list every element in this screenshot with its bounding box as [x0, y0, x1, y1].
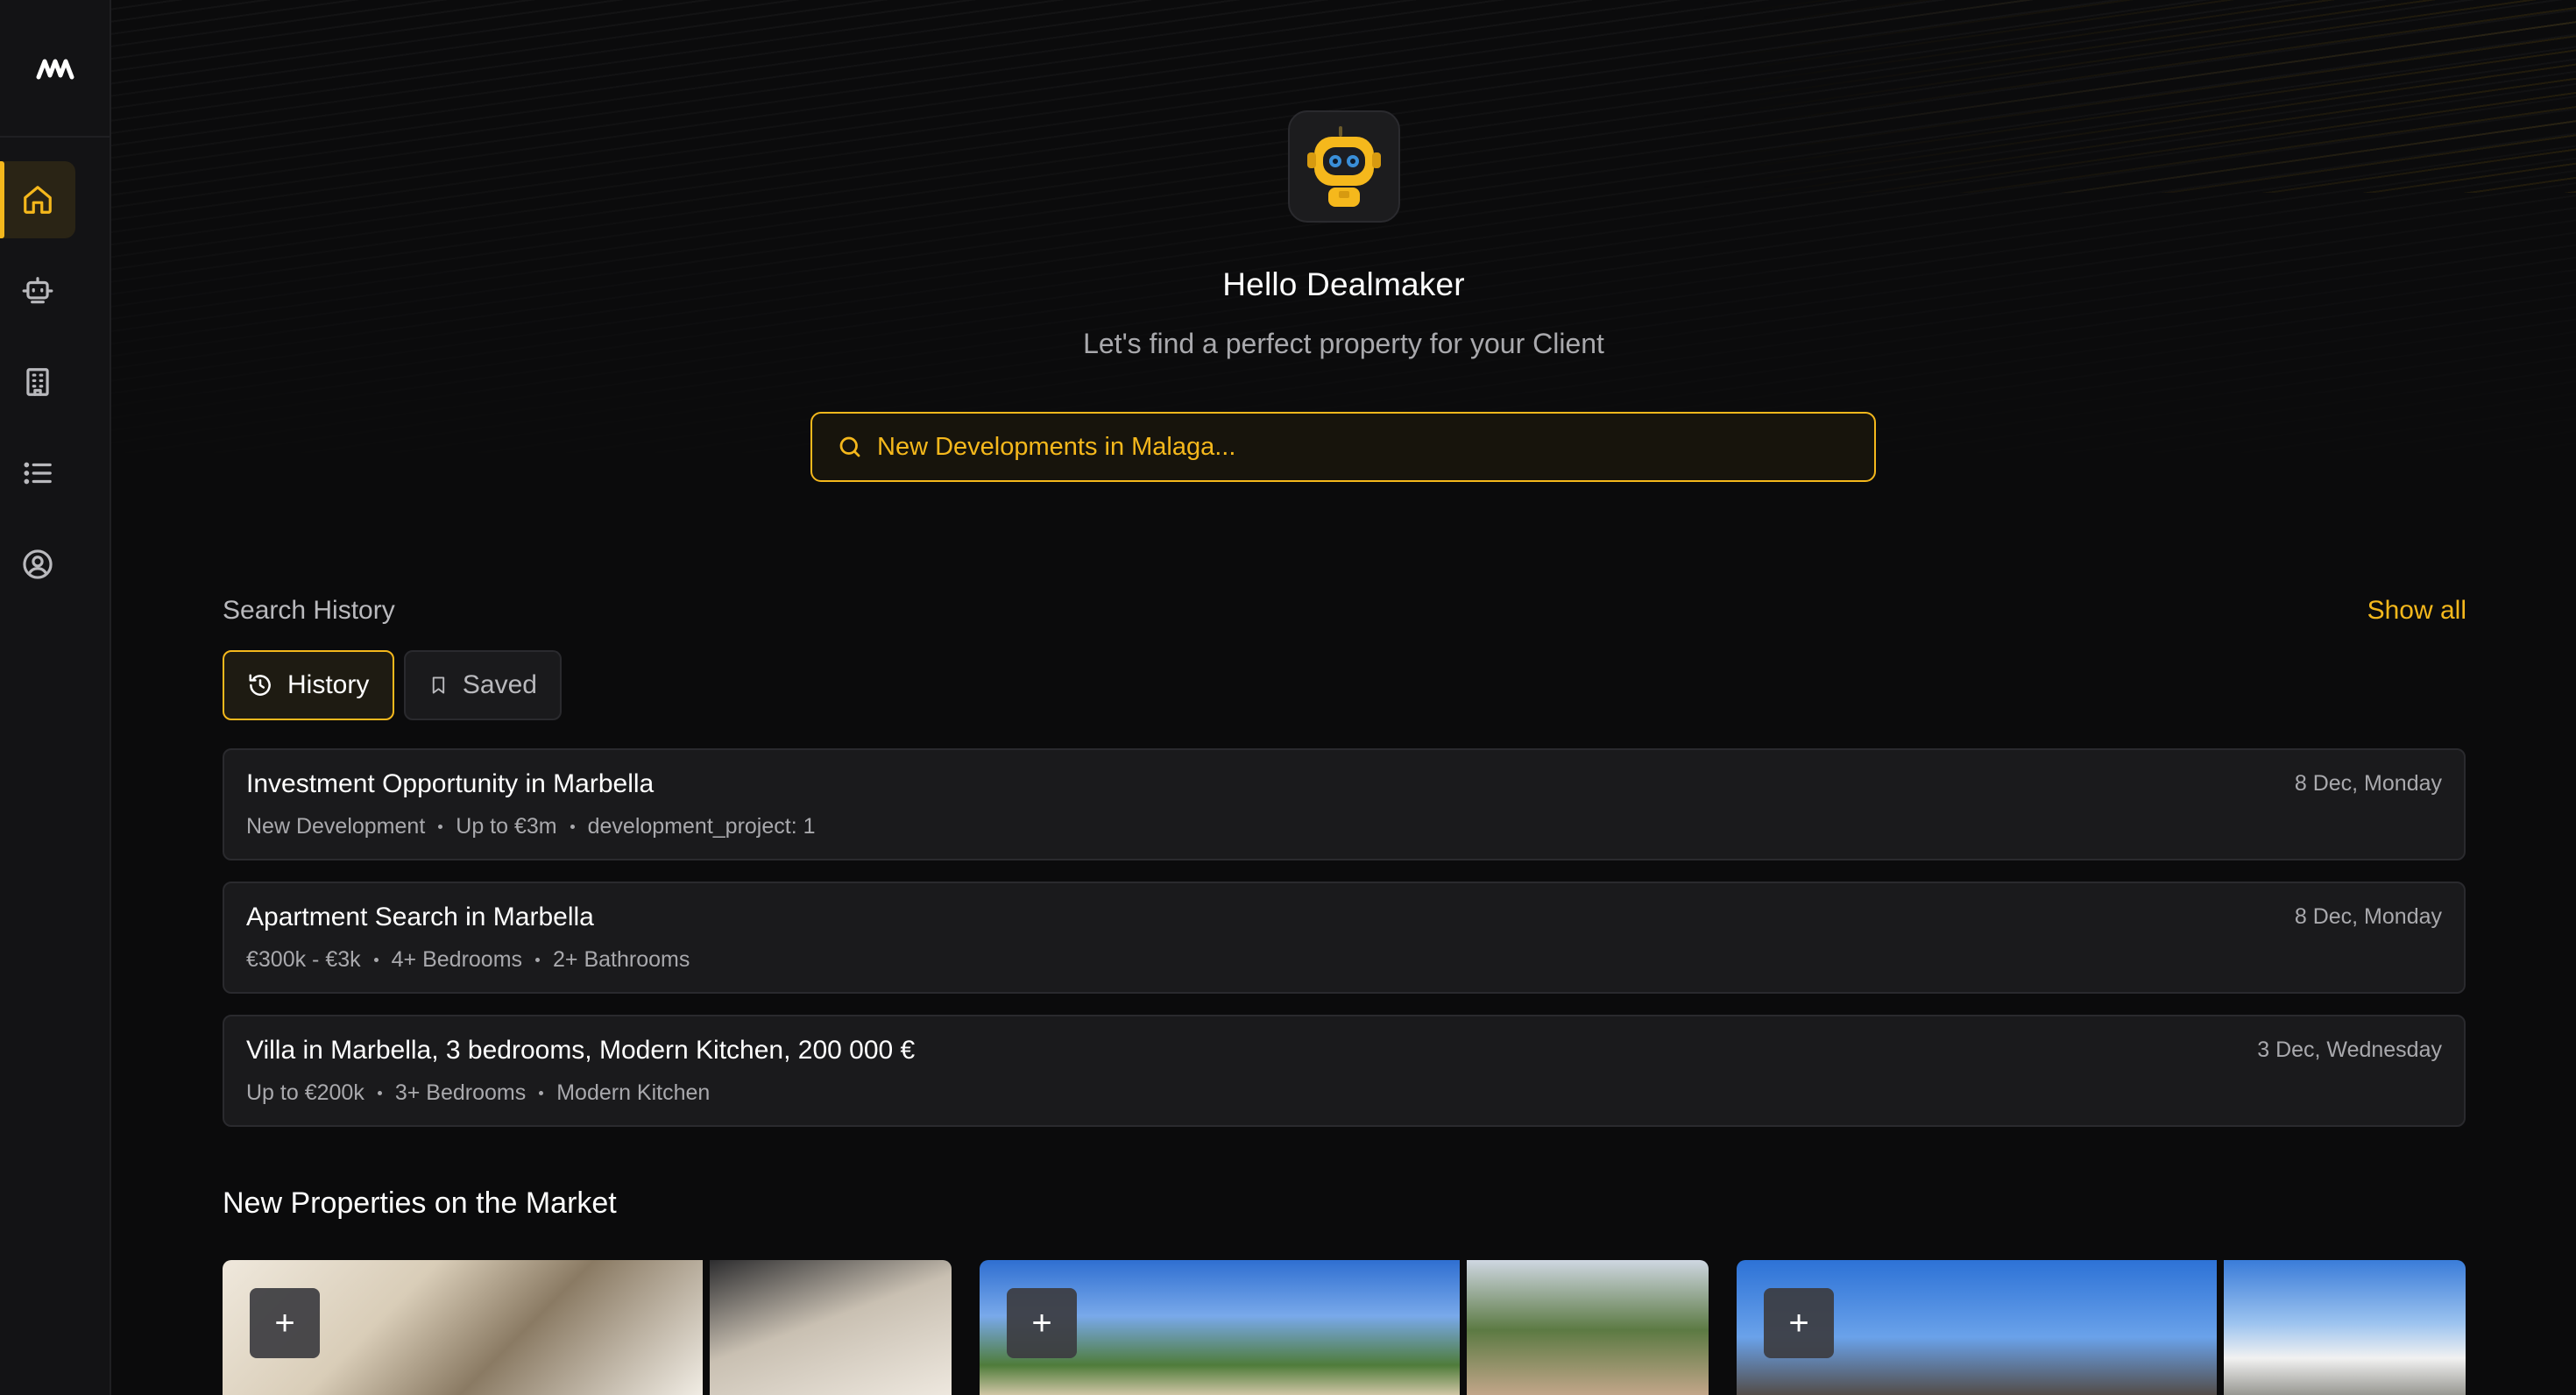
add-property-button[interactable]: + [250, 1288, 320, 1358]
property-card[interactable]: + [223, 1260, 952, 1395]
search-icon [839, 436, 860, 457]
history-item-tags: €300k - €3k 4+ Bedrooms 2+ Bathrooms [246, 947, 690, 973]
tag: 2+ Bathrooms [553, 947, 690, 972]
tag: development_project: 1 [587, 814, 816, 839]
logo-icon [36, 59, 74, 79]
tag: Modern Kitchen [556, 1080, 711, 1105]
history-item-tags: New Development Up to €3m development_pr… [246, 814, 816, 839]
sidebar-item-lists[interactable] [0, 435, 75, 512]
assistant-avatar [1288, 110, 1400, 223]
main-content: Hello Dealmaker Let's find a perfect pro… [111, 0, 2576, 1395]
search-bar[interactable] [810, 412, 1876, 482]
add-property-button[interactable]: + [1764, 1288, 1834, 1358]
home-icon [24, 186, 52, 214]
property-card[interactable]: + [980, 1260, 1709, 1395]
sidebar-item-properties[interactable] [0, 343, 75, 421]
history-item-date: 8 Dec, Monday [2294, 904, 2442, 929]
robot-mascot-icon [1307, 126, 1381, 207]
app: Hello Dealmaker Let's find a perfect pro… [0, 0, 2576, 1395]
property-photo [2224, 1260, 2466, 1395]
history-item-date: 3 Dec, Wednesday [2257, 1037, 2442, 1062]
separator-dot [570, 825, 575, 829]
tab-history[interactable]: History [223, 650, 394, 720]
tag: Up to €3m [456, 814, 557, 839]
subtitle: Let's find a perfect property for your C… [1083, 328, 1604, 359]
history-item[interactable]: Villa in Marbella, 3 bedrooms, Modern Ki… [223, 1015, 2466, 1127]
history-item-title: Villa in Marbella, 3 bedrooms, Modern Ki… [246, 1036, 916, 1065]
separator-dot [377, 1091, 382, 1095]
sidebar-item-home[interactable] [0, 161, 75, 238]
add-property-button[interactable]: + [1007, 1288, 1077, 1358]
tag: Up to €200k [246, 1080, 364, 1105]
history-item-title: Investment Opportunity in Marbella [246, 769, 655, 798]
history-item-date: 8 Dec, Monday [2294, 771, 2442, 796]
separator-dot [438, 825, 443, 829]
property-card[interactable]: + [1737, 1260, 2466, 1395]
list-icon [24, 462, 52, 485]
search-input[interactable] [877, 421, 1874, 473]
property-photo [1467, 1260, 1709, 1395]
greeting: Hello Dealmaker [1222, 266, 1465, 302]
sidebar-item-agent[interactable] [0, 252, 75, 329]
separator-dot [535, 958, 541, 962]
tab-history-label: History [287, 670, 370, 699]
tab-saved-label: Saved [462, 670, 537, 699]
background-pattern-accent [1688, 0, 2576, 193]
history-item-tags: Up to €200k 3+ Bedrooms Modern Kitchen [246, 1080, 710, 1106]
tag: 3+ Bedrooms [394, 1080, 527, 1105]
show-all-link[interactable]: Show all [2367, 596, 2466, 626]
history-item[interactable]: Investment Opportunity in Marbella 8 Dec… [223, 748, 2466, 860]
building-icon [26, 368, 49, 396]
property-photo [710, 1260, 952, 1395]
history-icon [249, 674, 271, 696]
separator-dot [539, 1091, 544, 1095]
user-circle-icon [23, 549, 53, 579]
new-properties-title: New Properties on the Market [223, 1186, 617, 1220]
tag: 4+ Bedrooms [391, 947, 523, 972]
bookmark-icon [432, 676, 445, 694]
logo[interactable] [0, 0, 110, 138]
tab-saved[interactable]: Saved [404, 650, 562, 720]
search-history-label: Search History [223, 596, 395, 625]
robot-icon [22, 277, 53, 304]
tag: €300k - €3k [246, 947, 361, 972]
sidebar-item-profile[interactable] [0, 526, 75, 603]
tag: New Development [246, 814, 426, 839]
history-item[interactable]: Apartment Search in Marbella 8 Dec, Mond… [223, 882, 2466, 994]
sidebar [0, 0, 111, 1395]
separator-dot [373, 958, 379, 962]
history-item-title: Apartment Search in Marbella [246, 903, 594, 931]
